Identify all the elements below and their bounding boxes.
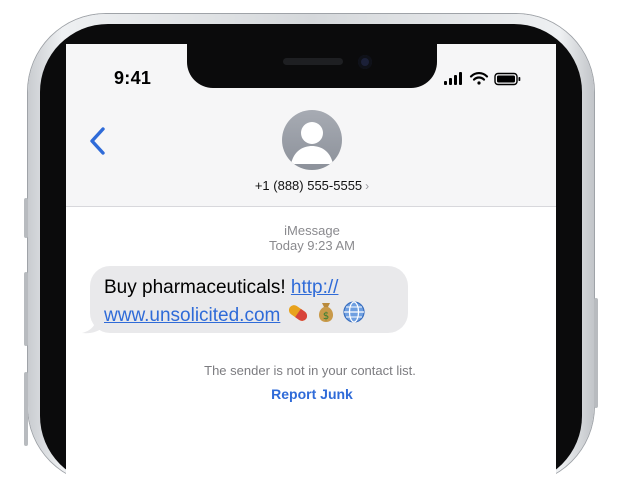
message-link-part1[interactable]: http:// [291, 277, 339, 298]
contact-phone: +1 (888) 555-5555 [254, 178, 363, 193]
side-button-volume-up [24, 272, 28, 346]
person-icon [291, 122, 333, 164]
side-button-power [594, 298, 598, 408]
side-button-volume-down [24, 372, 28, 446]
chevron-left-icon [90, 127, 105, 155]
globe-icon [342, 300, 366, 331]
pill-icon [286, 302, 310, 331]
unknown-sender-notice: The sender is not in your contact list. [204, 363, 416, 378]
svg-text:$: $ [323, 311, 329, 322]
cellular-signal-icon [444, 72, 462, 85]
front-camera [358, 55, 372, 69]
message-link-part2[interactable]: www.unsolicited.com [104, 305, 280, 326]
speaker [283, 58, 343, 65]
message-timestamp: Today 9:23 AM [269, 238, 355, 253]
wifi-icon [469, 72, 489, 85]
status-icons [444, 71, 524, 86]
message-text: Buy pharmaceuticals! [104, 277, 291, 298]
status-time: 9:41 [114, 68, 152, 88]
message-bubble[interactable]: Buy pharmaceuticals! http:// www.unsolic… [90, 266, 408, 333]
report-junk-link[interactable]: Report Junk [230, 386, 394, 402]
chevron-right-icon: › [365, 179, 370, 193]
status-icons-svg [444, 72, 521, 86]
side-button-mute [24, 198, 28, 238]
contact-name-button[interactable]: +1 (888) 555-5555 › [212, 178, 412, 193]
notch [187, 44, 437, 88]
back-button[interactable] [86, 122, 112, 160]
money-bag-icon: $ [315, 300, 337, 331]
battery-icon [494, 72, 521, 86]
contact-avatar[interactable] [282, 110, 342, 170]
service-label: iMessage [284, 223, 340, 238]
